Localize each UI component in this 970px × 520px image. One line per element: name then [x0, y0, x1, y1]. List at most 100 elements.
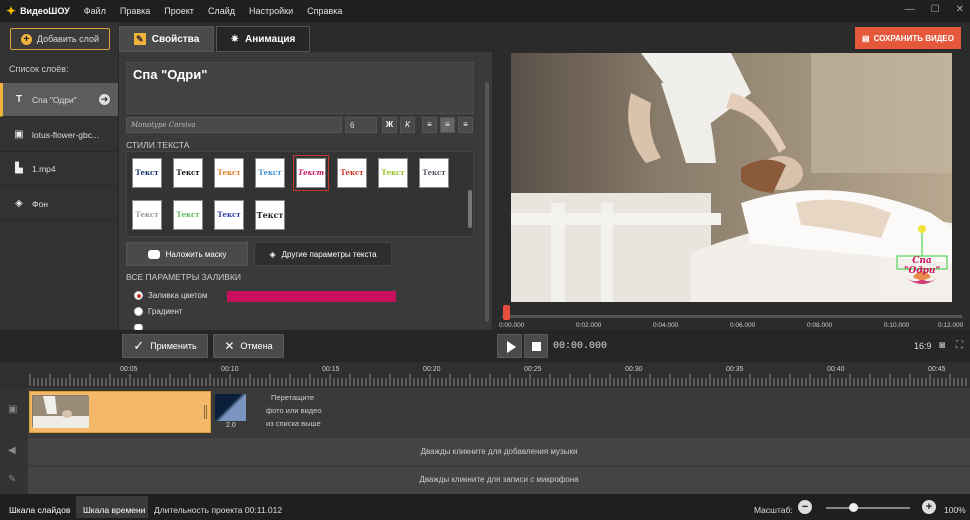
text-style-4[interactable]: Текст [255, 158, 285, 188]
menu-settings[interactable]: Настройки [249, 6, 293, 16]
save-video-button[interactable]: ▤ СОХРАНИТЬ ВИДЕО [855, 27, 961, 49]
align-left-button[interactable]: ≡ [422, 117, 437, 133]
text-styles-title: СТИЛИ ТЕКСТА [126, 140, 190, 150]
layer-item-background[interactable]: ◈ Фон [0, 187, 118, 221]
text-style-7[interactable]: Текст [378, 158, 408, 188]
align-center-button[interactable]: ≡ [440, 117, 455, 133]
progress-tick: 0:10.000 [884, 322, 910, 329]
app-logo: ✦ ВидеоШОУ [0, 4, 70, 18]
zoom-label: Масштаб: [754, 505, 793, 515]
time-display: 00:00.000 [553, 341, 608, 352]
text-style-8[interactable]: Текст [419, 158, 449, 188]
arrow-right-icon[interactable]: ➜ [99, 94, 110, 105]
text-style-3[interactable]: Текст [214, 158, 244, 188]
transition-duration: 2.0 [226, 422, 236, 429]
radio-label: Заливка цветом [148, 291, 208, 300]
close-icon[interactable]: ✕ [956, 4, 964, 15]
play-icon [507, 341, 516, 353]
zoom-slider[interactable] [826, 507, 910, 509]
video-preview[interactable]: Спа "Одри" [511, 53, 952, 302]
aspect-ratio[interactable]: 16:9 [914, 341, 932, 351]
speaker-icon: ◀ [8, 445, 16, 456]
layer-item-image[interactable]: ▣ lotus-flower-gbc... [0, 118, 118, 152]
timeline-ruler[interactable] [0, 362, 970, 388]
layer-item-text[interactable]: T Спа "Одри" ➜ [0, 83, 118, 117]
zoom-out-button[interactable]: − [798, 500, 812, 514]
progress-tick: 0:02.000 [576, 322, 602, 329]
menu-slide[interactable]: Слайд [208, 6, 235, 16]
menu-bar: ✦ ВидеоШОУ Файл Правка Проект Слайд Настр… [0, 0, 970, 22]
radio-checked [134, 291, 143, 300]
text-style-9[interactable]: Текст [132, 200, 162, 230]
transition-thumbnail[interactable] [215, 394, 246, 421]
playback-progress[interactable] [502, 315, 962, 318]
bold-button[interactable]: Ж [382, 117, 397, 133]
fullscreen-icon[interactable]: ⛶ [956, 340, 963, 351]
add-layer-button[interactable]: + Добавить слой [10, 28, 110, 50]
tab-slides-scale[interactable]: Шкала слайдов [9, 505, 70, 515]
menu-help[interactable]: Справка [307, 6, 342, 16]
pencil-icon: ✎ [133, 33, 146, 45]
zoom-in-button[interactable]: + [922, 500, 936, 514]
drop-hint-line: фото или видео [266, 406, 322, 415]
layer-label: lotus-flower-gbc... [32, 129, 100, 140]
ruler-label: 00:30 [625, 366, 643, 373]
maximize-icon[interactable]: ☐ [931, 4, 940, 15]
fill-params-title: ВСЕ ПАРАМЕТРЫ ЗАЛИВКИ [126, 272, 242, 282]
align-right-button[interactable]: ≡ [458, 117, 473, 133]
clip-resize-handle[interactable] [204, 405, 207, 419]
play-button[interactable] [497, 334, 522, 358]
text-style-2[interactable]: Текст [173, 158, 203, 188]
text-input[interactable]: Спа "Одри" [126, 62, 474, 114]
apply-button[interactable]: ✓ Применить [122, 334, 208, 358]
properties-scrollbar[interactable] [485, 82, 489, 322]
menu-file[interactable]: Файл [84, 6, 106, 16]
layer-item-video[interactable]: ▙ 1.mp4 [0, 152, 118, 186]
progress-tick: 0:00.000 [499, 322, 525, 329]
magic-wand-icon: ✷ [230, 33, 239, 45]
font-select[interactable]: Monotype Corsiva [126, 117, 342, 133]
text-style-11[interactable]: Текст [214, 200, 244, 230]
menu-project[interactable]: Проект [164, 6, 194, 16]
tab-properties[interactable]: ✎ Свойства [119, 26, 214, 52]
snapshot-icon[interactable]: ◙ [939, 340, 945, 351]
close-icon: ✕ [224, 339, 235, 353]
layer-label: Спа "Одри" [32, 94, 77, 105]
tab-animation[interactable]: ✷ Анимация [216, 26, 310, 52]
styles-scrollbar[interactable] [468, 190, 472, 228]
microphone-icon: ✎ [8, 474, 17, 485]
other-text-params-button[interactable]: ◈ Другие параметры текста [254, 242, 392, 266]
font-size-select[interactable]: 6 [345, 117, 377, 133]
fill-color-swatch[interactable] [227, 291, 396, 302]
stop-button[interactable] [524, 334, 548, 358]
other-params-label: Другие параметры текста [281, 249, 377, 259]
radio-unchecked [134, 307, 143, 316]
mask-label: Наложить маску [165, 249, 227, 259]
cancel-button[interactable]: ✕ Отмена [213, 334, 284, 358]
text-icon: T [15, 94, 23, 105]
layer-label: 1.mp4 [32, 163, 56, 174]
menu-edit[interactable]: Правка [120, 6, 150, 16]
zoom-slider-handle[interactable] [849, 503, 858, 512]
ruler-label: 00:25 [524, 366, 542, 373]
text-style-12[interactable]: Текст [255, 200, 285, 230]
gradient-radio[interactable]: Градиент [134, 307, 182, 316]
minimize-icon[interactable]: — [905, 4, 915, 15]
playhead-handle[interactable] [503, 305, 510, 320]
overlay-text[interactable]: Спа "Одри" [897, 256, 947, 276]
ruler-label: 00:15 [322, 366, 340, 373]
paint-bucket-icon: ◈ [269, 249, 276, 259]
text-style-10[interactable]: Текст [173, 200, 203, 230]
ruler-label: 00:05 [120, 366, 138, 373]
text-style-1[interactable]: Текст [132, 158, 162, 188]
check-icon: ✓ [133, 338, 145, 353]
italic-button[interactable]: К [400, 117, 415, 133]
text-style-5[interactable]: Текст [293, 155, 329, 191]
app-name: ВидеоШОУ [20, 6, 70, 16]
clip-thumbnail-image [33, 396, 89, 428]
text-style-6[interactable]: Текст [337, 158, 367, 188]
apply-mask-button[interactable]: Наложить маску [126, 242, 248, 266]
tab-timeline-scale[interactable]: Шкала времени [83, 505, 145, 515]
paint-bucket-icon: ◈ [15, 198, 23, 209]
fill-color-radio[interactable]: Заливка цветом [134, 291, 207, 300]
